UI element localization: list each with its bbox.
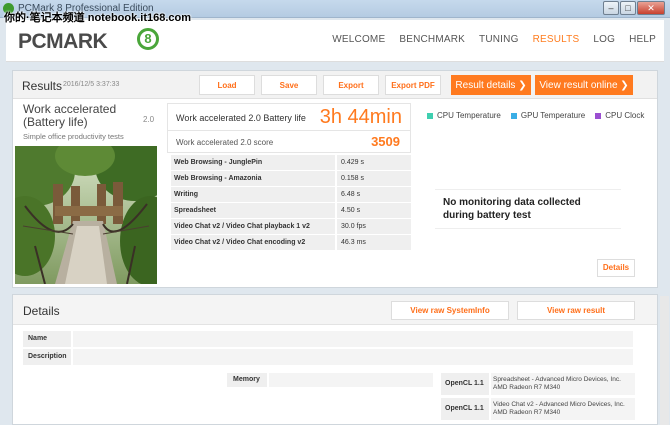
nav-help[interactable]: HELP <box>629 34 656 45</box>
metric-row: Spreadsheet 4.50 s <box>171 203 411 218</box>
export-pdf-button[interactable]: Export PDF <box>385 75 441 95</box>
export-button[interactable]: Export <box>323 75 379 95</box>
opencl-label: OpenCL 1.1 <box>441 398 489 420</box>
save-button[interactable]: Save <box>261 75 317 95</box>
app-header: PCMARK 8 WELCOME BENCHMARK TUNING RESULT… <box>6 20 664 62</box>
legend-label: CPU Temperature <box>437 111 501 120</box>
nav-benchmark[interactable]: BENCHMARK <box>399 34 465 45</box>
metric-name: Video Chat v2 / Video Chat encoding v2 <box>171 235 335 250</box>
memory-value <box>269 373 433 387</box>
metric-row: Video Chat v2 / Video Chat playback 1 v2… <box>171 219 411 234</box>
battery-life-value: 3h 44min <box>319 106 402 128</box>
details-panel: Details View raw SystemInfo View raw res… <box>12 294 658 425</box>
monitoring-details-button[interactable]: Details <box>597 259 635 277</box>
metrics-table: Web Browsing - JunglePin 0.429 s Web Brow… <box>171 155 411 251</box>
test-name: Work accelerated (Battery life) <box>23 103 116 129</box>
memory-label: Memory <box>227 373 267 387</box>
nav-welcome[interactable]: WELCOME <box>332 34 385 45</box>
opencl-value: Video Chat v2 - Advanced Micro Devices, … <box>491 398 635 420</box>
load-button[interactable]: Load <box>199 75 255 95</box>
score-label: Work accelerated 2.0 score <box>176 138 274 147</box>
view-raw-result-button[interactable]: View raw result <box>517 301 635 320</box>
test-subtitle: Simple office productivity tests <box>23 132 124 141</box>
name-label: Name <box>23 331 71 347</box>
test-name-line2: (Battery life) <box>23 115 88 129</box>
view-raw-systeminfo-button[interactable]: View raw SystemInfo <box>391 301 509 320</box>
battery-life-row: Work accelerated 2.0 Battery life 3h 44m… <box>168 104 410 131</box>
details-toolbar: Details View raw SystemInfo View raw res… <box>13 295 657 325</box>
main-nav: WELCOME BENCHMARK TUNING RESULTS LOG HEL… <box>318 34 656 45</box>
metric-name: Web Browsing - Amazonia <box>171 171 335 186</box>
details-scrollbar[interactable] <box>660 296 669 425</box>
metric-name: Writing <box>171 187 335 202</box>
battery-life-label: Work accelerated 2.0 Battery life <box>176 113 306 123</box>
maximize-button[interactable]: □ <box>620 1 636 15</box>
view-result-online-button[interactable]: View result online ❯ <box>535 75 633 95</box>
legend-label: GPU Temperature <box>520 111 586 120</box>
metric-value: 4.50 s <box>337 203 411 218</box>
watermark-text: 你的·笔记本频道 notebook.it168.com <box>4 12 192 24</box>
test-version: 2.0 <box>143 115 155 124</box>
cpu-clock-swatch-icon <box>595 112 602 119</box>
nav-log[interactable]: LOG <box>593 34 615 45</box>
nav-results[interactable]: RESULTS <box>533 34 580 45</box>
gpu-temperature-swatch-icon <box>510 112 517 119</box>
minimize-button[interactable]: – <box>603 1 619 15</box>
metric-value: 0.158 s <box>337 171 411 186</box>
pcmark-8-badge-icon: 8 <box>137 28 159 50</box>
test-preview-image <box>15 146 157 284</box>
rope-bridge-jungle-image <box>15 146 157 284</box>
cpu-temperature-swatch-icon <box>427 112 433 119</box>
metric-name: Spreadsheet <box>171 203 335 218</box>
score-value: 3509 <box>371 134 400 149</box>
legend-item-cpu-temperature: CPU Temperature <box>427 111 501 120</box>
results-panel: Results 2016/12/5 3:37:33 Load Save Expo… <box>12 70 658 288</box>
metric-value: 30.0 fps <box>337 219 411 234</box>
metric-value: 6.48 s <box>337 187 411 202</box>
close-button[interactable]: ✕ <box>637 1 665 15</box>
results-date: 2016/12/5 3:37:33 <box>63 81 120 88</box>
result-details-button[interactable]: Result details ❯ <box>451 75 531 95</box>
results-toolbar: Results 2016/12/5 3:37:33 Load Save Expo… <box>13 71 657 99</box>
opencl-value: Spreadsheet - Advanced Micro Devices, In… <box>491 373 635 395</box>
details-title: Details <box>23 304 60 318</box>
no-monitoring-data-message: No monitoring data collected during batt… <box>435 189 621 229</box>
legend-item-gpu-temperature: GPU Temperature <box>510 111 586 120</box>
description-value <box>73 349 633 365</box>
metric-row: Web Browsing - Amazonia 0.158 s <box>171 171 411 186</box>
metric-name: Web Browsing - JunglePin <box>171 155 335 170</box>
score-box: Work accelerated 2.0 Battery life 3h 44m… <box>167 103 411 153</box>
metric-row: Video Chat v2 / Video Chat encoding v2 46… <box>171 235 411 250</box>
results-title: Results <box>22 79 63 93</box>
description-label: Description <box>23 349 71 365</box>
pcmark-logo: PCMARK <box>18 30 108 53</box>
opencl-label: OpenCL 1.1 <box>441 373 489 395</box>
metric-value: 46.3 ms <box>337 235 411 250</box>
name-value <box>73 331 633 347</box>
metric-name: Video Chat v2 / Video Chat playback 1 v2 <box>171 219 335 234</box>
legend-item-cpu-clock: CPU Clock <box>595 111 644 120</box>
monitoring-legend: CPU Temperature GPU Temperature CPU Cloc… <box>427 111 654 120</box>
nav-tuning[interactable]: TUNING <box>479 34 519 45</box>
metric-row: Web Browsing - JunglePin 0.429 s <box>171 155 411 170</box>
metric-row: Writing 6.48 s <box>171 187 411 202</box>
metric-value: 0.429 s <box>337 155 411 170</box>
legend-label: CPU Clock <box>605 111 645 120</box>
